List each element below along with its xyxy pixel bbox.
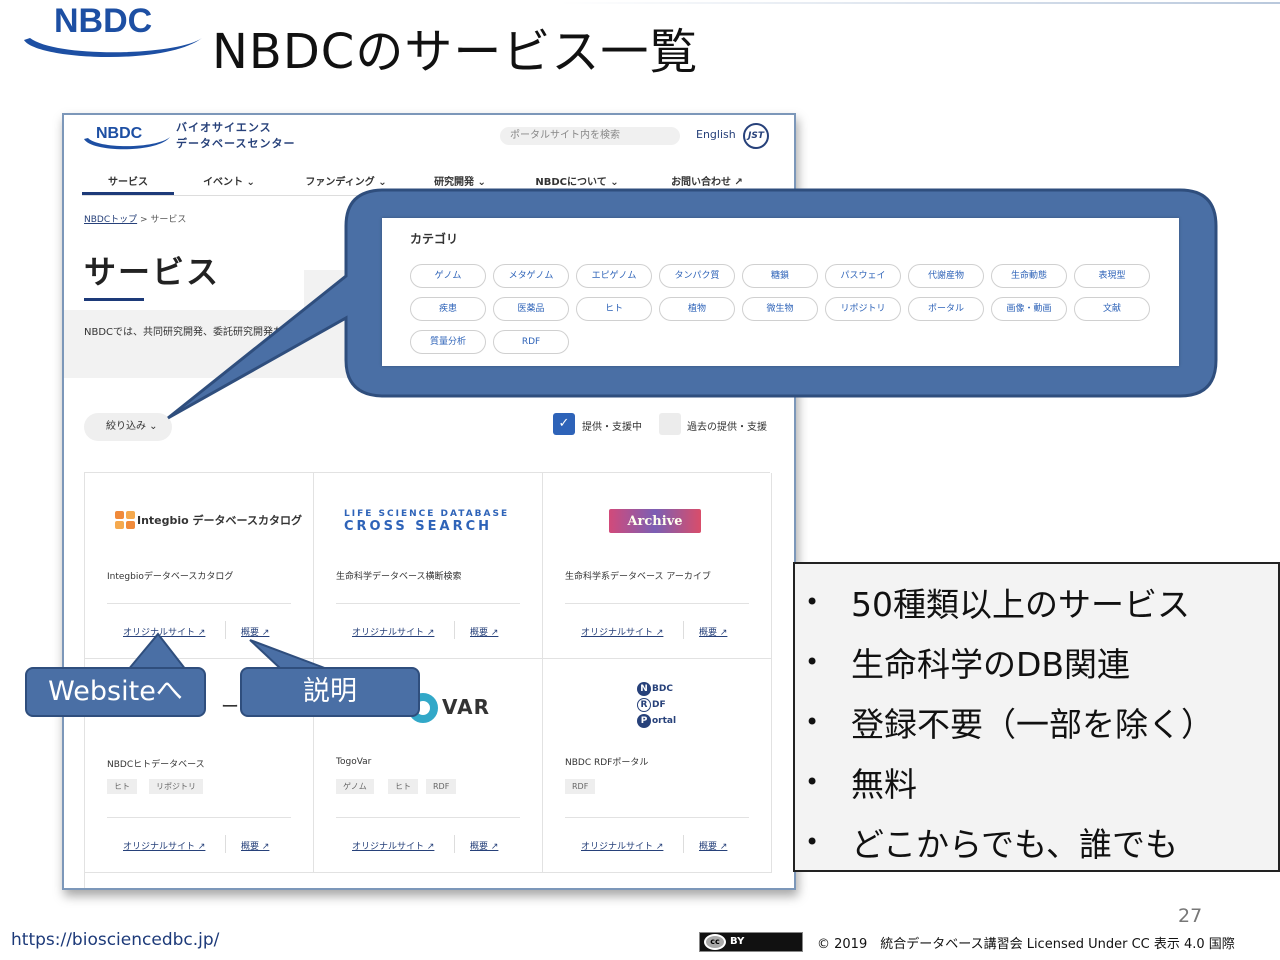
cc-license-badge: cc BY [699, 932, 803, 952]
bullet-item: • 無料 [805, 758, 917, 806]
cc-icon: cc [704, 934, 726, 950]
bullet-marker: • [805, 648, 820, 676]
bullet-marker: • [805, 768, 820, 796]
bullet-item: • 登録不要（一部を除く） [805, 698, 1214, 746]
bullet-marker: • [805, 588, 820, 616]
bullet-item: • 50種類以上のサービス [805, 578, 1190, 626]
bullet-text: 生命科学のDB関連 [851, 645, 1131, 684]
website-label: Websiteへ [25, 667, 206, 717]
bullet-text: 無料 [851, 765, 917, 804]
slide: NBDC NBDCのサービス一覧 NBDC バイオサイエンス データベースセンタ… [0, 0, 1280, 960]
site-url[interactable]: https://biosciencedbc.jp/ [11, 930, 219, 950]
feature-bullet-box: • 50種類以上のサービス • 生命科学のDB関連 • 登録不要（一部を除く） • 無料… [793, 562, 1280, 872]
bullet-text: 登録不要（一部を除く） [851, 705, 1214, 744]
bullet-marker: • [805, 708, 820, 736]
description-label: 説明 [240, 667, 420, 717]
copyright-text: © 2019 統合データベース講習会 Licensed Under CC 表示 … [817, 937, 1235, 952]
page-number: 27 [1178, 905, 1203, 927]
bullet-text: 50種類以上のサービス [851, 585, 1190, 624]
bullet-item: • 生命科学のDB関連 [805, 638, 1130, 686]
bullet-item: • どこからでも、誰でも [805, 818, 1178, 866]
cc-by-label: BY [730, 936, 745, 947]
bullet-text: どこからでも、誰でも [851, 825, 1179, 864]
bullet-marker: • [805, 828, 820, 856]
